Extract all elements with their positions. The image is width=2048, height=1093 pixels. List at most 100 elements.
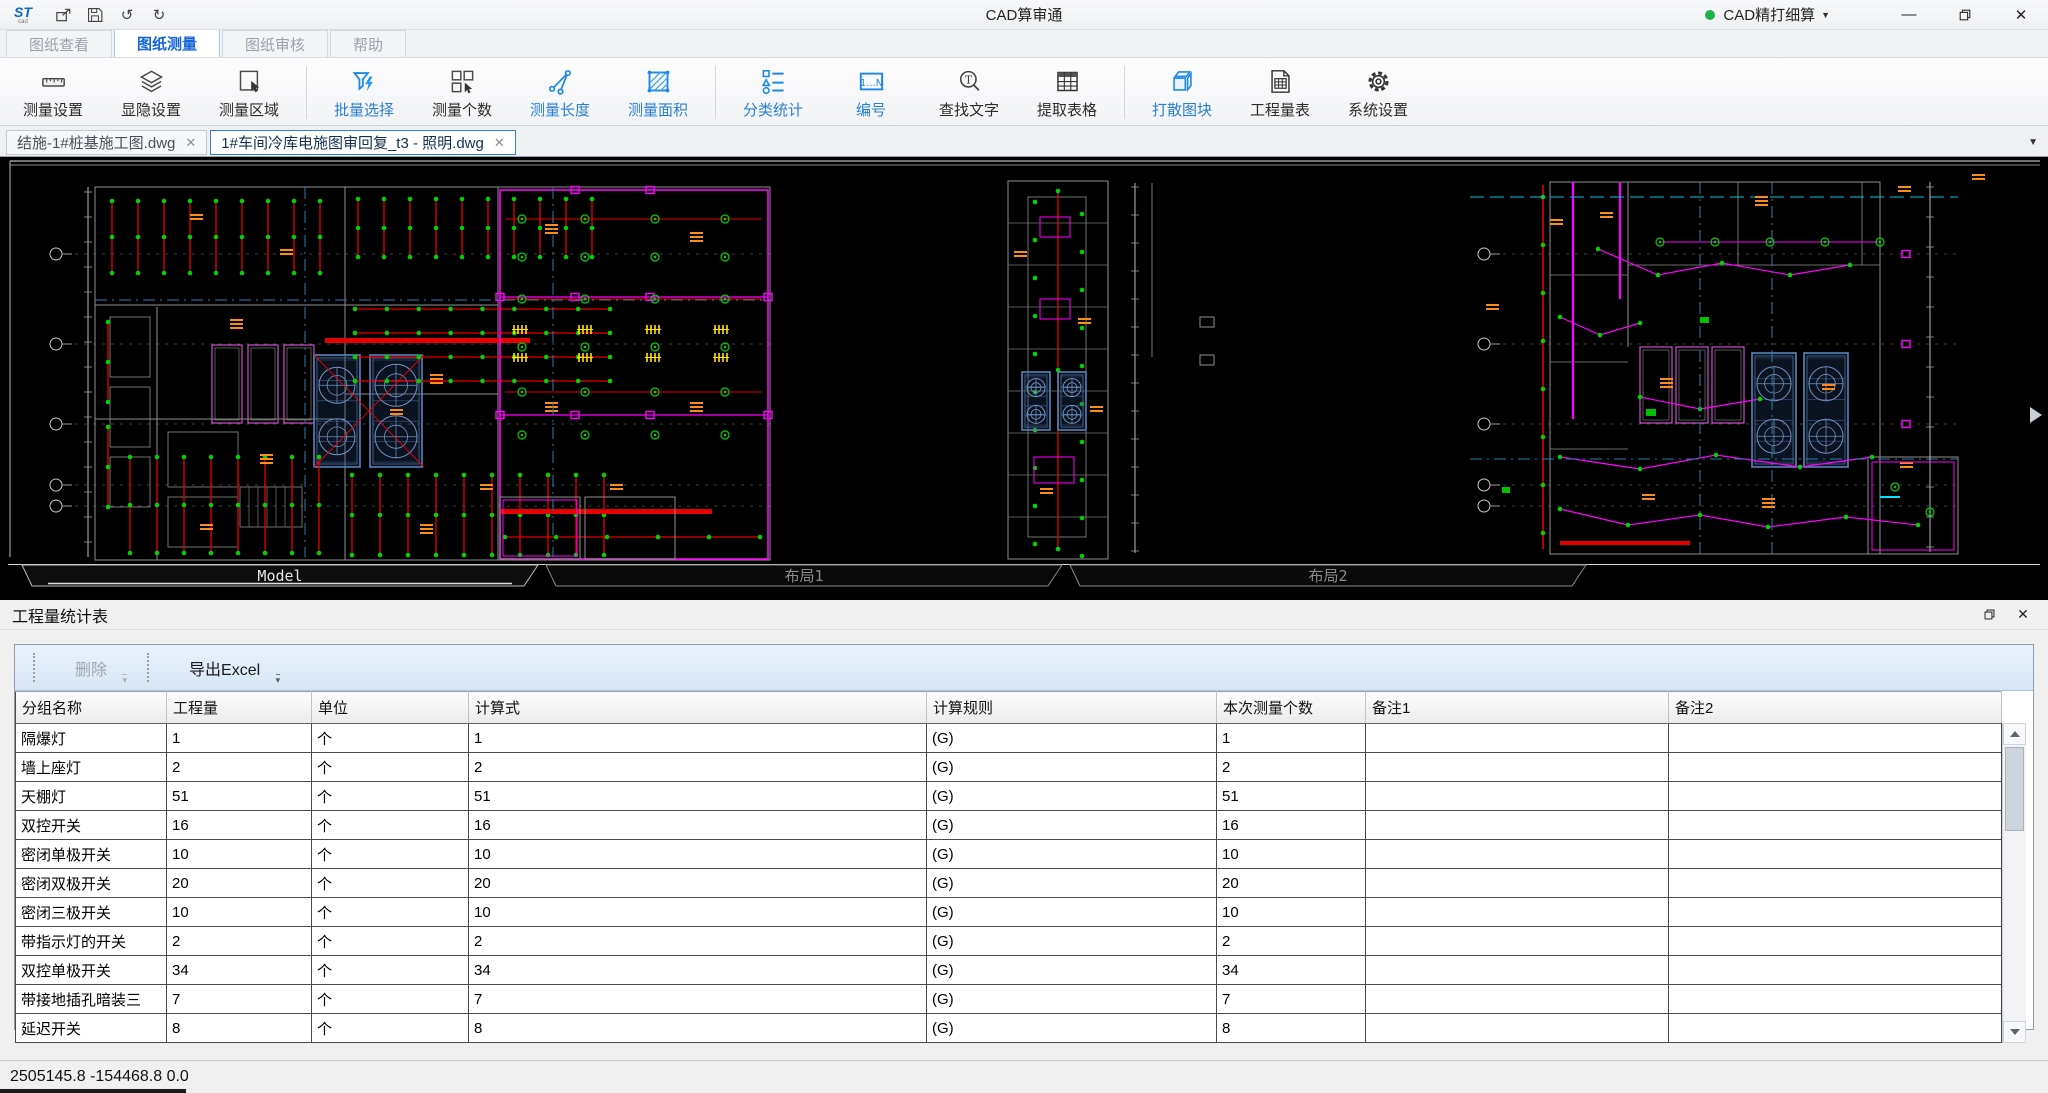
column-header[interactable]: 备注1 (1366, 692, 1669, 724)
cell[interactable]: 密闭三极开关 (16, 898, 167, 927)
cell[interactable] (1669, 811, 2002, 840)
layout-tab-layout1[interactable]: 布局1 (546, 565, 1062, 586)
cell[interactable]: 墙上座灯 (16, 753, 167, 782)
save-icon[interactable] (82, 4, 108, 26)
cell[interactable]: 2 (1217, 927, 1366, 956)
cell[interactable] (1366, 724, 1669, 753)
ribbon-item-quantity-table[interactable]: 工程量表 (1231, 62, 1329, 123)
cell[interactable]: 16 (167, 811, 312, 840)
cell[interactable]: 20 (469, 869, 927, 898)
cell[interactable]: (G) (927, 956, 1217, 985)
cell[interactable]: (G) (927, 898, 1217, 927)
cell[interactable] (1669, 927, 2002, 956)
cell[interactable]: 51 (1217, 782, 1366, 811)
undo-icon[interactable]: ↺ (114, 4, 140, 26)
cell[interactable]: 8 (167, 1014, 312, 1043)
table-row[interactable]: 隔爆灯1个1(G)1 (16, 724, 2002, 753)
open-file-icon[interactable] (50, 4, 76, 26)
column-header[interactable]: 分组名称 (16, 692, 167, 724)
table-row[interactable]: 密闭三极开关10个10(G)10 (16, 898, 2002, 927)
cell[interactable] (1366, 869, 1669, 898)
cell[interactable]: 10 (469, 840, 927, 869)
cell[interactable]: 个 (312, 724, 469, 753)
cell[interactable] (1366, 985, 1669, 1014)
ribbon-item-find-text[interactable]: T查找文字 (920, 62, 1018, 123)
float-panel-icon[interactable] (1976, 604, 2002, 626)
cell[interactable]: 8 (469, 1014, 927, 1043)
table-row[interactable]: 延迟开关8个8(G)8 (16, 1014, 2002, 1043)
cell[interactable]: 个 (312, 753, 469, 782)
close-button[interactable]: ✕ (2004, 3, 2038, 27)
close-panel-icon[interactable]: ✕ (2010, 604, 2036, 626)
cell[interactable]: 双控开关 (16, 811, 167, 840)
cell[interactable]: 10 (1217, 898, 1366, 927)
tab-help[interactable]: 帮助 (330, 30, 406, 57)
table-row[interactable]: 墙上座灯2个2(G)2 (16, 753, 2002, 782)
delete-button[interactable]: 删除▾ (45, 645, 133, 690)
cell[interactable]: 7 (1217, 985, 1366, 1014)
cell[interactable]: 1 (167, 724, 312, 753)
table-row[interactable]: 双控单极开关34个34(G)34 (16, 956, 2002, 985)
cell[interactable]: 20 (167, 869, 312, 898)
cell[interactable]: 16 (469, 811, 927, 840)
cell[interactable]: 34 (469, 956, 927, 985)
export-excel-button[interactable]: 导出Excel▾ (159, 645, 286, 690)
cell[interactable]: (G) (927, 782, 1217, 811)
cell[interactable]: (G) (927, 811, 1217, 840)
tab-overflow-icon[interactable]: ▼ (2028, 137, 2038, 148)
scrollbar-thumb[interactable] (2005, 747, 2024, 831)
close-tab-icon[interactable]: ✕ (185, 135, 196, 151)
cell[interactable]: 2 (1217, 753, 1366, 782)
dropdown-arrow-icon[interactable]: ▾ (276, 674, 281, 685)
cell[interactable]: 延迟开关 (16, 1014, 167, 1043)
cell[interactable] (1366, 956, 1669, 985)
column-header[interactable]: 计算规则 (927, 692, 1217, 724)
cell[interactable]: 带接地插孔暗装三 (16, 985, 167, 1014)
layout-tab-layout2[interactable]: 布局2 (1070, 565, 1586, 586)
restore-button[interactable] (1948, 3, 1982, 27)
cell[interactable]: 1 (1217, 724, 1366, 753)
cell[interactable]: 密闭单极开关 (16, 840, 167, 869)
cell[interactable]: (G) (927, 840, 1217, 869)
toolbar-drag-handle[interactable] (33, 653, 35, 682)
cell[interactable] (1669, 1014, 2002, 1043)
cell[interactable]: 51 (167, 782, 312, 811)
table-row[interactable]: 双控开关16个16(G)16 (16, 811, 2002, 840)
doc-tab-0[interactable]: 结施-1#桩基施工图.dwg✕ (6, 130, 207, 155)
cell[interactable]: 7 (167, 985, 312, 1014)
table-row[interactable]: 密闭双极开关20个20(G)20 (16, 869, 2002, 898)
tab-drawing-measure[interactable]: 图纸测量 (114, 29, 220, 57)
cell[interactable]: (G) (927, 1014, 1217, 1043)
cell[interactable] (1366, 753, 1669, 782)
ribbon-item-visibility-settings[interactable]: 显隐设置 (102, 62, 200, 123)
ribbon-item-numbering[interactable]: 1…N编号 (822, 62, 920, 123)
ribbon-item-batch-select[interactable]: 批量选择 (315, 62, 413, 123)
cell[interactable]: 天棚灯 (16, 782, 167, 811)
cell[interactable]: 隔爆灯 (16, 724, 167, 753)
column-header[interactable]: 备注2 (1669, 692, 2002, 724)
cell[interactable]: 个 (312, 840, 469, 869)
column-header[interactable]: 本次测量个数 (1217, 692, 1366, 724)
ribbon-item-classify-stats[interactable]: 分类统计 (724, 62, 822, 123)
cell[interactable]: 34 (167, 956, 312, 985)
cell[interactable] (1669, 898, 2002, 927)
cell[interactable]: 个 (312, 782, 469, 811)
cell[interactable]: 10 (167, 840, 312, 869)
tab-drawing-view[interactable]: 图纸查看 (6, 30, 112, 57)
minimize-button[interactable]: — (1892, 3, 1926, 27)
cell[interactable]: 10 (1217, 840, 1366, 869)
cell[interactable] (1366, 840, 1669, 869)
cell[interactable]: 个 (312, 869, 469, 898)
cad-canvas[interactable]: Model布局1布局2 (0, 157, 2048, 600)
cell[interactable]: 7 (469, 985, 927, 1014)
cell[interactable]: (G) (927, 869, 1217, 898)
ribbon-item-extract-table[interactable]: 提取表格 (1018, 62, 1116, 123)
cell[interactable] (1669, 985, 2002, 1014)
cell[interactable] (1669, 724, 2002, 753)
cell[interactable]: 个 (312, 985, 469, 1014)
doc-tab-1[interactable]: 1#车间冷库电施图审回复_t3 - 照明.dwg✕ (210, 130, 515, 155)
cell[interactable] (1669, 840, 2002, 869)
cell[interactable]: 带指示灯的开关 (16, 927, 167, 956)
ribbon-item-measure-count[interactable]: 测量个数 (413, 62, 511, 123)
cell[interactable] (1669, 869, 2002, 898)
